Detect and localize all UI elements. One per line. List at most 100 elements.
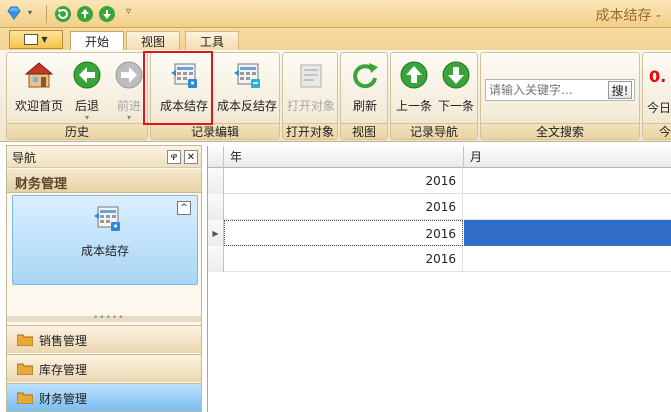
today-value: 0. xyxy=(649,67,667,86)
back-button[interactable]: 后退 ▾ xyxy=(67,57,107,125)
nav-module-finance[interactable]: 财务管理 xyxy=(7,383,201,411)
current-row-indicator-icon[interactable]: ▶ xyxy=(208,220,224,246)
group-today: 0. 今日 今 xyxy=(642,52,671,140)
close-icon[interactable]: ✕ xyxy=(184,150,198,164)
open-object-icon xyxy=(300,64,322,88)
arrow-up-icon xyxy=(77,6,93,22)
open-object-button[interactable]: 打开对象 xyxy=(285,57,337,125)
arrow-up-icon xyxy=(400,61,428,89)
cost-reverse-label: 成本反结存 xyxy=(216,99,277,113)
refresh-icon xyxy=(353,63,378,89)
splitter-grip: ••••• xyxy=(93,313,125,323)
nav-header: 导航 ዋ ✕ xyxy=(7,146,201,168)
search-input[interactable] xyxy=(489,82,607,98)
pin-icon[interactable]: ዋ xyxy=(167,150,181,164)
next-record-label: 下一条 xyxy=(437,99,474,113)
forward-label: 前进 xyxy=(116,99,141,113)
refresh-label: 刷新 xyxy=(352,99,377,113)
back-dropdown-icon[interactable]: ▾ xyxy=(85,113,89,122)
group-open-object-label: 打开对象 xyxy=(283,123,337,139)
prev-record-label: 上一条 xyxy=(395,99,432,113)
navigation-panel: 导航 ዋ ✕ 财务管理 成本结存 ^ ••••• 销售管理 库存管理 财务管理 xyxy=(6,145,202,412)
nav-module-label: 财务管理 xyxy=(39,392,88,406)
nav-splitter[interactable]: ••••• xyxy=(7,313,201,323)
home-icon xyxy=(24,62,54,88)
qat-separator xyxy=(46,5,47,23)
nav-module-label: 库存管理 xyxy=(39,363,88,377)
group-open-object: 打开对象 打开对象 xyxy=(282,52,338,140)
cost-reverse-button[interactable]: 成本反结存 xyxy=(215,57,279,125)
app-icon-dropdown-icon[interactable]: ▾ xyxy=(28,8,32,17)
tab-view[interactable]: 视图 xyxy=(126,31,181,50)
title-bar: ▾ ▿ 成本结存 - xyxy=(0,0,671,28)
nav-module-sales[interactable]: 销售管理 xyxy=(7,325,201,353)
today-label: 今日 xyxy=(647,101,671,115)
table-row[interactable]: 2016 xyxy=(208,246,671,272)
refresh-button[interactable]: 刷新 xyxy=(343,57,387,125)
year-cell[interactable]: 2016 xyxy=(224,220,463,246)
table-row[interactable]: 2016 xyxy=(208,168,671,194)
nav-module-inventory[interactable]: 库存管理 xyxy=(7,354,201,382)
welcome-label: 欢迎首页 xyxy=(14,99,63,113)
cost-reverse-icon xyxy=(234,63,260,88)
row-indicator[interactable] xyxy=(208,168,224,194)
month-cell[interactable] xyxy=(464,194,671,220)
nav-section-title: 财务管理 xyxy=(7,169,201,193)
month-cell[interactable] xyxy=(464,168,671,194)
app-menu-button[interactable]: ▼ xyxy=(9,30,63,49)
data-grid: 年 月 2016 2016 ▶ 2016 2016 xyxy=(207,146,671,412)
group-record-nav: 上一条 下一条 记录导航 xyxy=(390,52,478,140)
search-box: 搜! xyxy=(485,79,635,101)
forward-dropdown-icon[interactable]: ▾ xyxy=(127,113,131,122)
refresh-icon xyxy=(55,6,71,22)
window-title: 成本结存 - xyxy=(595,8,661,24)
year-cell[interactable]: 2016 xyxy=(224,246,463,272)
diamond-app-icon[interactable] xyxy=(6,5,22,21)
ribbon: 欢迎首页 后退 ▾ 前进 ▾ 历史 成本结存 成本反结存 记录编辑 打开对象 打… xyxy=(0,50,671,142)
prev-record-button[interactable]: 上一条 xyxy=(393,57,435,125)
chevron-down-icon: ▼ xyxy=(41,35,48,44)
tab-home[interactable]: 开始 xyxy=(70,31,125,50)
next-record-button[interactable]: 下一条 xyxy=(435,57,477,125)
column-header-year[interactable]: 年 xyxy=(224,146,464,168)
month-cell[interactable] xyxy=(464,246,671,272)
row-indicator[interactable] xyxy=(208,194,224,220)
menu-icon xyxy=(24,34,39,45)
folder-icon xyxy=(17,363,33,375)
arrow-down-icon xyxy=(442,61,470,89)
folder-icon xyxy=(17,392,33,404)
back-label: 后退 xyxy=(74,99,99,113)
back-arrow-icon xyxy=(73,61,101,89)
table-row-selected[interactable]: ▶ 2016 xyxy=(208,220,671,246)
group-view-label: 视图 xyxy=(341,123,387,139)
table-row[interactable]: 2016 xyxy=(208,194,671,220)
grid-header: 年 月 xyxy=(208,146,671,168)
group-search-label: 全文搜索 xyxy=(481,123,639,139)
customize-qat-icon[interactable]: ▿ xyxy=(126,6,131,17)
group-record-nav-label: 记录导航 xyxy=(391,123,477,139)
search-button[interactable]: 搜! xyxy=(608,81,632,99)
year-cell[interactable]: 2016 xyxy=(224,194,463,220)
cost-carry-icon xyxy=(94,206,120,231)
refresh-qat-button[interactable] xyxy=(54,5,72,23)
nav-item-cost-carry[interactable]: 成本结存 ^ xyxy=(12,195,198,285)
column-header-month[interactable]: 月 xyxy=(464,146,671,168)
open-object-label: 打开对象 xyxy=(286,99,335,113)
up-qat-button[interactable] xyxy=(76,5,94,23)
row-header-corner xyxy=(208,146,224,168)
collapse-button[interactable]: ^ xyxy=(177,201,191,215)
row-indicator[interactable] xyxy=(208,246,224,272)
group-view: 刷新 视图 xyxy=(340,52,388,140)
tab-tools[interactable]: 工具 xyxy=(185,31,240,50)
group-fulltext-search: 搜! 全文搜索 xyxy=(480,52,640,140)
section-title-label: 财务管理 xyxy=(15,177,68,192)
nav-title: 导航 xyxy=(12,151,37,165)
down-qat-button[interactable] xyxy=(98,5,116,23)
welcome-button[interactable]: 欢迎首页 xyxy=(11,57,67,125)
year-cell[interactable]: 2016 xyxy=(224,168,463,194)
arrow-down-icon xyxy=(99,6,115,22)
group-history-label: 历史 xyxy=(7,123,147,139)
nav-item-label: 成本结存 xyxy=(80,244,129,258)
folder-icon xyxy=(17,334,33,346)
month-cell[interactable] xyxy=(464,220,671,246)
